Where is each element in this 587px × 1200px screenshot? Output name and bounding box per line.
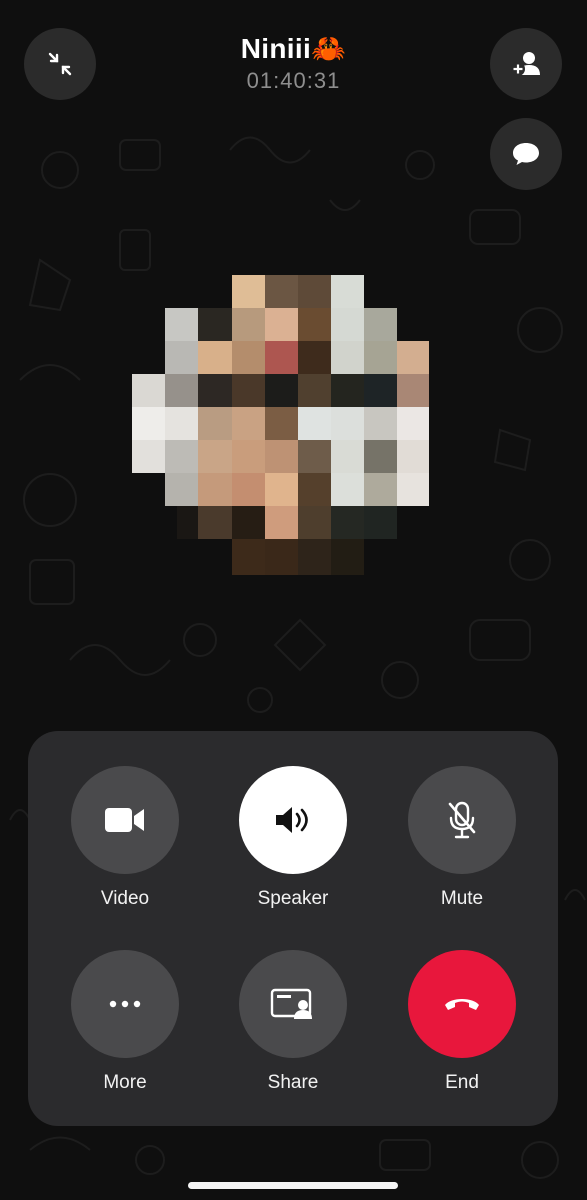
share-control: Share [223,950,363,1094]
chat-button[interactable] [490,118,562,190]
ellipsis-icon [109,1000,141,1008]
video-camera-icon [105,808,144,832]
mute-label: Mute [440,888,484,909]
video-label: Video [100,888,150,909]
speaker-button[interactable] [239,766,347,874]
mute-button[interactable] [408,766,516,874]
call-controls-panel: Video Speaker Mute More Share End [28,731,558,1126]
share-button[interactable] [239,950,347,1058]
more-label: More [103,1072,147,1093]
add-person-icon [511,52,540,76]
hang-up-icon [445,999,479,1010]
speaker-label: Speaker [257,888,329,909]
chat-bubble-icon [513,143,539,165]
home-indicator[interactable] [188,1182,398,1189]
more-control: More [55,950,195,1094]
caller-emoji: 🦀 [311,33,347,64]
caller-avatar [132,275,429,575]
screen-share-icon [270,988,312,1019]
end-label: End [445,1072,479,1093]
video-button[interactable] [71,766,179,874]
speaker-control: Speaker [223,766,363,910]
microphone-off-icon [448,801,476,839]
speaker-icon [276,807,308,833]
call-screen: Niniii🦀 01:40:31 Video Speaker Mute More… [0,0,587,1200]
video-control: Video [55,766,195,910]
caller-name: Niniii [240,33,312,64]
end-control: End [392,950,532,1094]
add-participant-button[interactable] [490,28,562,100]
more-button[interactable] [71,950,179,1058]
share-label: Share [267,1072,319,1093]
end-call-button[interactable] [408,950,516,1058]
mute-control: Mute [392,766,532,910]
